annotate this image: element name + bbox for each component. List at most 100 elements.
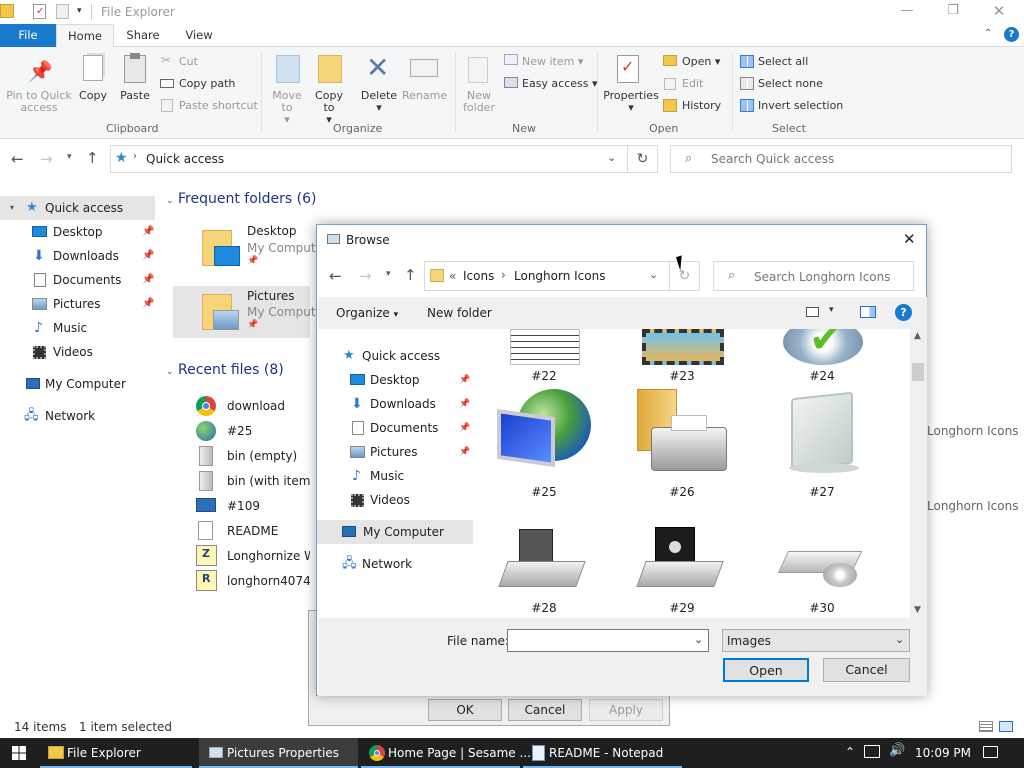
- browse-nav-videos[interactable]: Videos: [340, 488, 475, 512]
- file-item[interactable]: #27: [775, 385, 871, 501]
- recent-file-row[interactable]: bin (empty): [194, 445, 310, 467]
- address-bar[interactable]: ★ › Quick access ⌄: [110, 145, 628, 173]
- file-item[interactable]: ✔ #24: [775, 329, 871, 385]
- file-item[interactable]: #26: [635, 385, 731, 501]
- recent-files-header[interactable]: ⌄ Recent files (8): [166, 362, 284, 378]
- tab-file[interactable]: File: [0, 24, 56, 47]
- rename-button[interactable]: Rename: [402, 90, 447, 102]
- file-item[interactable]: #23: [635, 329, 731, 385]
- browse-address-dropdown-icon[interactable]: ⌄: [649, 268, 658, 281]
- taskbar-file-explorer[interactable]: File Explorer: [40, 738, 192, 768]
- refresh-button[interactable]: ↻: [628, 145, 658, 173]
- new-item-button[interactable]: New item ▾: [522, 55, 583, 68]
- browse-nav-network[interactable]: 🖧 Network: [340, 552, 475, 576]
- browse-scrollbar[interactable]: ▲ ▼: [910, 329, 927, 619]
- browse-nav-downloads[interactable]: ⬇ Downloads 📌: [340, 392, 475, 416]
- browse-nav-pictures[interactable]: Pictures 📌: [340, 440, 475, 464]
- browse-nav-desktop[interactable]: Desktop 📌: [340, 368, 475, 392]
- taskbar-pictures-properties[interactable]: Pictures Properties: [199, 738, 358, 768]
- paste-shortcut-button[interactable]: Paste shortcut: [179, 99, 258, 112]
- browse-close-button[interactable]: ✕: [903, 230, 916, 248]
- recent-locations-icon[interactable]: ▾: [67, 152, 72, 162]
- apply-button[interactable]: Apply: [589, 699, 663, 721]
- paste-button[interactable]: Paste: [117, 90, 153, 102]
- properties-quick-icon[interactable]: ✓: [33, 4, 46, 19]
- delete-button[interactable]: Delete ▾: [358, 90, 400, 114]
- browse-up-icon[interactable]: ↑: [404, 266, 417, 284]
- invert-selection-button[interactable]: Invert selection: [758, 99, 843, 112]
- minimize-button[interactable]: —: [884, 0, 930, 24]
- file-item[interactable]: #28: [497, 501, 593, 617]
- scrollbar-thumb[interactable]: [912, 363, 924, 381]
- copy-to-button[interactable]: Copy to ▾: [310, 90, 348, 126]
- browse-help-icon[interactable]: ?: [895, 304, 912, 321]
- pin-icon[interactable]: 📌: [459, 368, 470, 392]
- recent-file-row[interactable]: #109: [194, 495, 310, 517]
- file-type-dropdown-icon[interactable]: ⌄: [895, 633, 904, 646]
- nav-downloads[interactable]: ⬇ Downloads 📌: [0, 244, 155, 268]
- history-button[interactable]: History: [682, 99, 721, 112]
- browse-nav-my-computer[interactable]: My Computer: [317, 520, 473, 544]
- nav-videos[interactable]: Videos: [0, 340, 155, 364]
- view-dropdown-icon[interactable]: ▾: [829, 305, 834, 315]
- pin-icon[interactable]: 📌: [459, 440, 470, 464]
- pin-icon[interactable]: 📌: [247, 256, 258, 266]
- nav-my-computer[interactable]: My Computer: [0, 372, 155, 396]
- file-type-select[interactable]: Images ⌄: [722, 629, 910, 652]
- frequent-folder-tile-selected[interactable]: Pictures My Comput 📌: [173, 286, 316, 338]
- recent-file-row[interactable]: download: [194, 395, 310, 417]
- frequent-folders-header[interactable]: ⌄ Frequent folders (6): [166, 191, 317, 207]
- ribbon-collapse-icon[interactable]: ⌃: [984, 28, 992, 39]
- file-item[interactable]: #25: [497, 385, 593, 501]
- open-button[interactable]: Open ▾: [682, 55, 720, 68]
- tab-view[interactable]: View: [172, 24, 226, 47]
- new-folder-button[interactable]: New folder: [460, 90, 498, 114]
- new-folder-quick-icon[interactable]: [56, 4, 69, 19]
- large-icons-view-icon[interactable]: [999, 721, 1013, 732]
- recent-file-row[interactable]: R longhorn4074ic: [194, 570, 310, 592]
- browse-back-icon[interactable]: ←: [329, 267, 342, 285]
- forward-arrow-icon[interactable]: →: [40, 150, 53, 168]
- ok-button[interactable]: OK: [428, 699, 502, 721]
- pin-icon[interactable]: 📌: [459, 416, 470, 440]
- preview-pane-icon[interactable]: [860, 306, 876, 318]
- address-dropdown-icon[interactable]: ⌄: [607, 151, 616, 164]
- file-name-input[interactable]: ⌄: [507, 629, 709, 652]
- close-button[interactable]: ✕: [976, 0, 1022, 24]
- nav-music[interactable]: ♪ Music: [0, 316, 155, 340]
- clock[interactable]: 10:09 PM: [915, 746, 971, 760]
- volume-icon[interactable]: 🔊: [889, 743, 905, 758]
- pin-icon[interactable]: 📌: [459, 392, 470, 416]
- recent-file-row[interactable]: Z Longhornize Wi: [194, 545, 310, 567]
- pin-icon[interactable]: 📌: [142, 268, 154, 292]
- browse-nav-quick-access[interactable]: ★ Quick access: [340, 344, 475, 368]
- copy-button[interactable]: Copy: [76, 90, 110, 102]
- browse-recent-icon[interactable]: ▾: [386, 269, 391, 279]
- select-all-button[interactable]: Select all: [758, 55, 808, 68]
- browse-nav-music[interactable]: ♪ Music: [340, 464, 475, 488]
- maximize-button[interactable]: ❐: [930, 0, 976, 24]
- windows-start-icon[interactable]: [12, 746, 26, 760]
- show-hidden-icons-icon[interactable]: ⌃: [845, 745, 855, 759]
- file-item[interactable]: #22: [497, 329, 593, 385]
- tab-home[interactable]: Home: [56, 24, 114, 48]
- details-view-icon[interactable]: [979, 721, 993, 732]
- recent-file-row[interactable]: #25: [194, 420, 310, 442]
- browse-cancel-button[interactable]: Cancel: [823, 658, 910, 682]
- file-name-dropdown-icon[interactable]: ⌄: [694, 633, 703, 646]
- recent-file-row[interactable]: bin (with items): [194, 470, 310, 492]
- up-arrow-icon[interactable]: ↑: [86, 149, 99, 167]
- taskbar-browser[interactable]: Home Page | Sesame ...: [361, 738, 531, 768]
- action-center-icon[interactable]: [983, 746, 998, 758]
- pin-icon[interactable]: 📌: [142, 220, 154, 244]
- recent-file-row[interactable]: README: [194, 520, 310, 542]
- qat-dropdown-icon[interactable]: ▾: [77, 6, 82, 16]
- breadcrumb-longhorn-icons[interactable]: Longhorn Icons: [514, 269, 605, 283]
- open-button[interactable]: Open: [723, 658, 809, 682]
- pin-to-quick-access-button[interactable]: Pin to Quick access: [4, 90, 74, 114]
- nav-documents[interactable]: Documents 📌: [0, 268, 155, 292]
- cancel-button[interactable]: Cancel: [508, 699, 582, 721]
- explorer-search-box[interactable]: ⌕ Search Quick access: [670, 145, 1012, 173]
- nav-network[interactable]: 🖧 Network: [0, 404, 155, 428]
- select-none-button[interactable]: Select none: [758, 77, 823, 90]
